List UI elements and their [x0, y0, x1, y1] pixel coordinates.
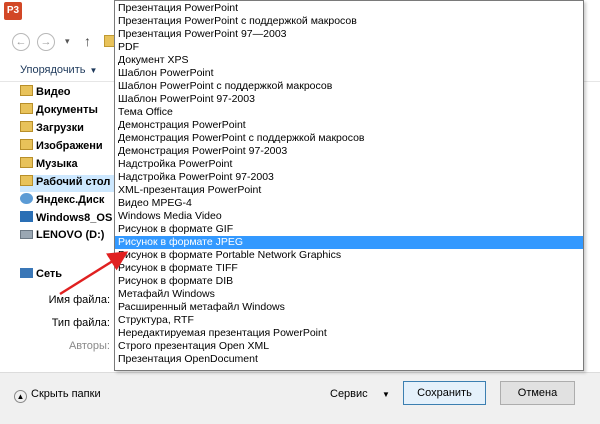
file-type-option[interactable]: Надстройка PowerPoint 97-2003: [115, 171, 583, 184]
file-type-option[interactable]: Метафайл Windows: [115, 288, 583, 301]
folder-icon: [20, 175, 33, 186]
folder-icon: [20, 103, 33, 114]
windows-drive-icon: [20, 211, 33, 222]
nav-item-yandex-disk[interactable]: Яндекс.Диск: [20, 193, 118, 210]
folder-icon: [20, 139, 33, 150]
chevron-up-icon: ▲: [14, 390, 27, 403]
file-type-dropdown-list[interactable]: Презентация PowerPoint Презентация PowerP…: [114, 0, 584, 371]
nav-item-images[interactable]: Изображени: [20, 139, 118, 156]
up-arrow-icon[interactable]: ↑: [84, 33, 91, 49]
file-type-option[interactable]: PDF: [115, 41, 583, 54]
navigation-pane: Видео Документы Загрузки Изображени Музы…: [0, 82, 118, 254]
filename-label: Имя файла:: [48, 294, 110, 306]
nav-item-label: Загрузки: [36, 122, 84, 134]
file-type-option[interactable]: Презентация PowerPoint: [115, 2, 583, 15]
file-type-option[interactable]: Строго презентация Open XML: [115, 340, 583, 353]
save-as-dialog: P3 ✕ ← → ▾ ↑ Упорядочить▼ Видео Документ…: [0, 0, 600, 424]
file-type-option[interactable]: Видео MPEG-4: [115, 197, 583, 210]
recent-locations-chevron-icon[interactable]: ▾: [65, 36, 70, 47]
file-type-option[interactable]: Презентация PowerPoint с поддержкой макр…: [115, 15, 583, 28]
folder-icon: [20, 157, 33, 168]
nav-item-music[interactable]: Музыка: [20, 157, 118, 174]
back-arrow-icon[interactable]: ←: [12, 33, 30, 51]
nav-item-label: Видео: [36, 86, 71, 98]
cancel-button[interactable]: Отмена: [500, 381, 575, 405]
filetype-label: Тип файла:: [51, 317, 110, 329]
folder-icon: [20, 121, 33, 132]
chevron-down-icon[interactable]: ▼: [382, 390, 390, 399]
hide-folders-label: Скрыть папки: [31, 388, 101, 400]
file-type-option[interactable]: Расширенный метафайл Windows: [115, 301, 583, 314]
nav-item-downloads[interactable]: Загрузки: [20, 121, 118, 138]
file-type-option[interactable]: Нередактируемая презентация PowerPoint: [115, 327, 583, 340]
tools-button[interactable]: Сервис: [330, 388, 368, 400]
file-type-option[interactable]: Надстройка PowerPoint: [115, 158, 583, 171]
nav-item-label: Музыка: [36, 158, 78, 170]
nav-item-windows8-os[interactable]: Windows8_OS: [20, 211, 118, 228]
nav-item-label: LENOVO (D:): [36, 229, 105, 241]
file-type-option[interactable]: Рисунок в формате Portable Network Graph…: [115, 249, 583, 262]
file-type-option[interactable]: Презентация PowerPoint 97—2003: [115, 28, 583, 41]
file-type-option[interactable]: Демонстрация PowerPoint с поддержкой мак…: [115, 132, 583, 145]
nav-item-label: Сеть: [36, 268, 63, 280]
folder-icon: [20, 85, 33, 96]
file-type-option[interactable]: Рисунок в формате TIFF: [115, 262, 583, 275]
file-type-option[interactable]: Шаблон PowerPoint: [115, 67, 583, 80]
bottom-bar: ▲ Скрыть папки Сервис ▼ Сохранить Отмена: [0, 372, 600, 424]
nav-item-documents[interactable]: Документы: [20, 103, 118, 120]
file-type-option[interactable]: Рисунок в формате JPEG: [115, 236, 583, 249]
organize-label: Упорядочить: [20, 64, 86, 76]
file-type-option[interactable]: Документ XPS: [115, 54, 583, 67]
chevron-down-icon: ▼: [89, 66, 98, 75]
file-type-option[interactable]: Рисунок в формате GIF: [115, 223, 583, 236]
file-type-option[interactable]: Демонстрация PowerPoint: [115, 119, 583, 132]
navigation-bar: ← → ▾ ↑: [0, 27, 118, 55]
nav-item-lenovo-d[interactable]: LENOVO (D:): [20, 229, 118, 246]
powerpoint-app-icon: P3: [4, 2, 22, 20]
save-button[interactable]: Сохранить: [403, 381, 486, 405]
nav-item-label: Документы: [36, 104, 98, 116]
file-type-option[interactable]: Структура, RTF: [115, 314, 583, 327]
file-type-option[interactable]: Windows Media Video: [115, 210, 583, 223]
nav-item-label: Яндекс.Диск: [36, 194, 105, 206]
file-type-option[interactable]: Демонстрация PowerPoint 97-2003: [115, 145, 583, 158]
nav-item-label: Windows8_OS: [36, 212, 113, 224]
file-type-option[interactable]: Презентация OpenDocument: [115, 353, 583, 366]
yandex-disk-icon: [20, 193, 33, 204]
forward-arrow-icon[interactable]: →: [37, 33, 55, 51]
organize-button[interactable]: Упорядочить ▼: [20, 64, 97, 76]
nav-item-video[interactable]: Видео: [20, 85, 118, 102]
nav-item-label: Рабочий стол: [36, 176, 111, 188]
file-type-option[interactable]: Рисунок в формате DIB: [115, 275, 583, 288]
network-icon: [20, 268, 33, 278]
drive-icon: [20, 230, 33, 239]
file-type-option[interactable]: XML-презентация PowerPoint: [115, 184, 583, 197]
file-type-option[interactable]: Шаблон PowerPoint 97-2003: [115, 93, 583, 106]
nav-item-label: Изображени: [36, 140, 103, 152]
file-type-option[interactable]: Тема Office: [115, 106, 583, 119]
nav-item-network[interactable]: Сеть: [20, 268, 62, 280]
authors-label: Авторы:: [68, 340, 110, 352]
file-type-option[interactable]: Шаблон PowerPoint с поддержкой макросов: [115, 80, 583, 93]
hide-folders-button[interactable]: ▲ Скрыть папки: [14, 388, 101, 403]
nav-item-desktop[interactable]: Рабочий стол: [20, 175, 118, 192]
